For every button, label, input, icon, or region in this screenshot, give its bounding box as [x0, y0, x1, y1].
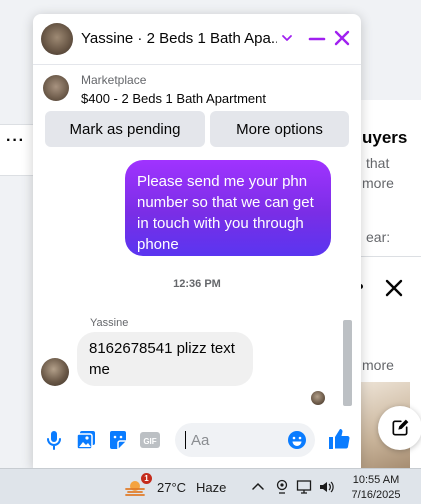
- chevron-up-icon[interactable]: [250, 479, 266, 495]
- message-input[interactable]: Aa: [175, 423, 315, 457]
- background-text-line: ear:: [366, 229, 391, 245]
- gif-icon[interactable]: GIF: [139, 429, 161, 451]
- compose-icon: [392, 419, 409, 436]
- new-message-button[interactable]: [378, 406, 421, 450]
- background-divider: [352, 256, 421, 257]
- webcam-icon[interactable]: [274, 479, 290, 495]
- more-options-dots-icon[interactable]: ···: [6, 132, 25, 150]
- weather-condition[interactable]: Haze: [196, 480, 226, 495]
- svg-text:GIF: GIF: [143, 437, 156, 446]
- background-text-line: that: [366, 155, 390, 171]
- mark-as-pending-button[interactable]: Mark as pending: [45, 111, 205, 147]
- avatar[interactable]: [41, 358, 69, 386]
- network-icon[interactable]: [296, 479, 312, 495]
- chat-title[interactable]: Yassine · 2 Beds 1 Bath Apa...: [81, 30, 277, 47]
- chevron-down-icon[interactable]: [281, 32, 293, 44]
- more-options-button[interactable]: More options: [210, 111, 349, 147]
- weather-temperature[interactable]: 27°C: [157, 480, 186, 495]
- microphone-icon[interactable]: [43, 429, 65, 451]
- background-text-line: more: [362, 175, 394, 191]
- taskbar: 1 27°C Haze 10:55 AM 7/16/2025: [0, 468, 421, 504]
- scrollbar-thumb[interactable]: [343, 320, 352, 406]
- minimize-icon[interactable]: [308, 30, 326, 48]
- listing-info[interactable]: Marketplace $400 - 2 Beds 1 Bath Apartme…: [33, 65, 361, 115]
- message-input-placeholder: Aa: [191, 432, 210, 449]
- close-icon[interactable]: [384, 278, 404, 298]
- clock-time[interactable]: 10:55 AM: [348, 474, 404, 486]
- clock-date[interactable]: 7/16/2025: [348, 489, 404, 501]
- chat-window: Yassine · 2 Beds 1 Bath Apa... Marketpla…: [33, 14, 361, 468]
- read-receipt-avatar: [311, 391, 325, 405]
- notification-badge: 1: [141, 473, 152, 484]
- message-composer: GIF Aa: [33, 416, 361, 468]
- photo-icon[interactable]: [75, 429, 97, 451]
- avatar[interactable]: [41, 23, 73, 55]
- sender-name: Yassine: [90, 317, 129, 329]
- sent-message[interactable]: Please send me your phn number so that w…: [125, 160, 331, 256]
- sticker-icon[interactable]: [107, 429, 129, 451]
- listing-category: Marketplace: [81, 73, 147, 87]
- listing-thumbnail: [43, 75, 69, 101]
- chat-header: Yassine · 2 Beds 1 Bath Apa...: [33, 14, 361, 65]
- message-timestamp: 12:36 PM: [173, 278, 221, 290]
- received-message[interactable]: 8162678541 plizz text me: [77, 332, 253, 386]
- listing-title: $400 - 2 Beds 1 Bath Apartment: [81, 91, 267, 106]
- thumbs-up-icon[interactable]: [327, 427, 351, 451]
- close-chat-icon[interactable]: [333, 29, 351, 47]
- background-heading: uyers: [362, 128, 408, 147]
- emoji-icon[interactable]: [287, 430, 307, 450]
- see-more-link[interactable]: more: [362, 357, 394, 373]
- volume-icon[interactable]: [318, 479, 334, 495]
- text-caret: [185, 431, 186, 449]
